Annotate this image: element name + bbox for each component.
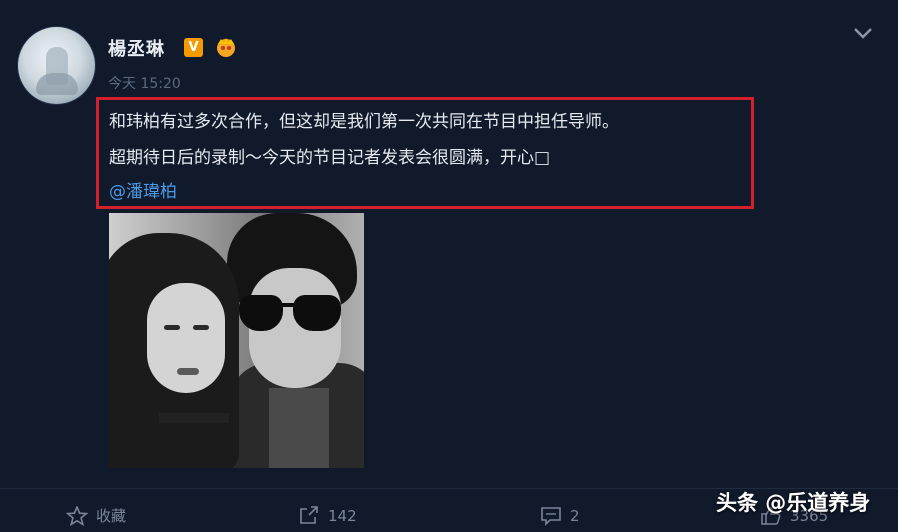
post-photo[interactable] [109, 213, 364, 468]
share-button[interactable]: 142 [298, 504, 378, 528]
comment-icon [541, 507, 561, 526]
favorite-label: 收藏 [96, 507, 127, 525]
share-icon [300, 506, 318, 524]
mention-link[interactable]: @潘瑋柏 [109, 177, 177, 202]
watermark: 头条 @乐道养身 [716, 491, 871, 515]
author-name[interactable]: 楊丞琳 [108, 35, 165, 61]
avatar[interactable] [17, 26, 96, 105]
share-count: 142 [328, 507, 357, 525]
comment-button[interactable]: 2 [540, 504, 600, 528]
crown-icon [217, 38, 235, 57]
star-icon [66, 506, 88, 526]
post-timestamp: 今天 15:20 [108, 76, 181, 92]
post-text-line-2: 超期待日后的录制～今天的节目记者发表会很圆满，开心□ [109, 148, 551, 168]
chevron-down-icon[interactable] [852, 25, 874, 41]
post-text-line-1: 和玮柏有过多次合作，但这却是我们第一次共同在节目中担任导师。 [109, 112, 619, 132]
verified-badge-icon: V [184, 38, 203, 57]
comment-count: 2 [570, 507, 580, 525]
favorite-button[interactable]: 收藏 [66, 504, 156, 528]
